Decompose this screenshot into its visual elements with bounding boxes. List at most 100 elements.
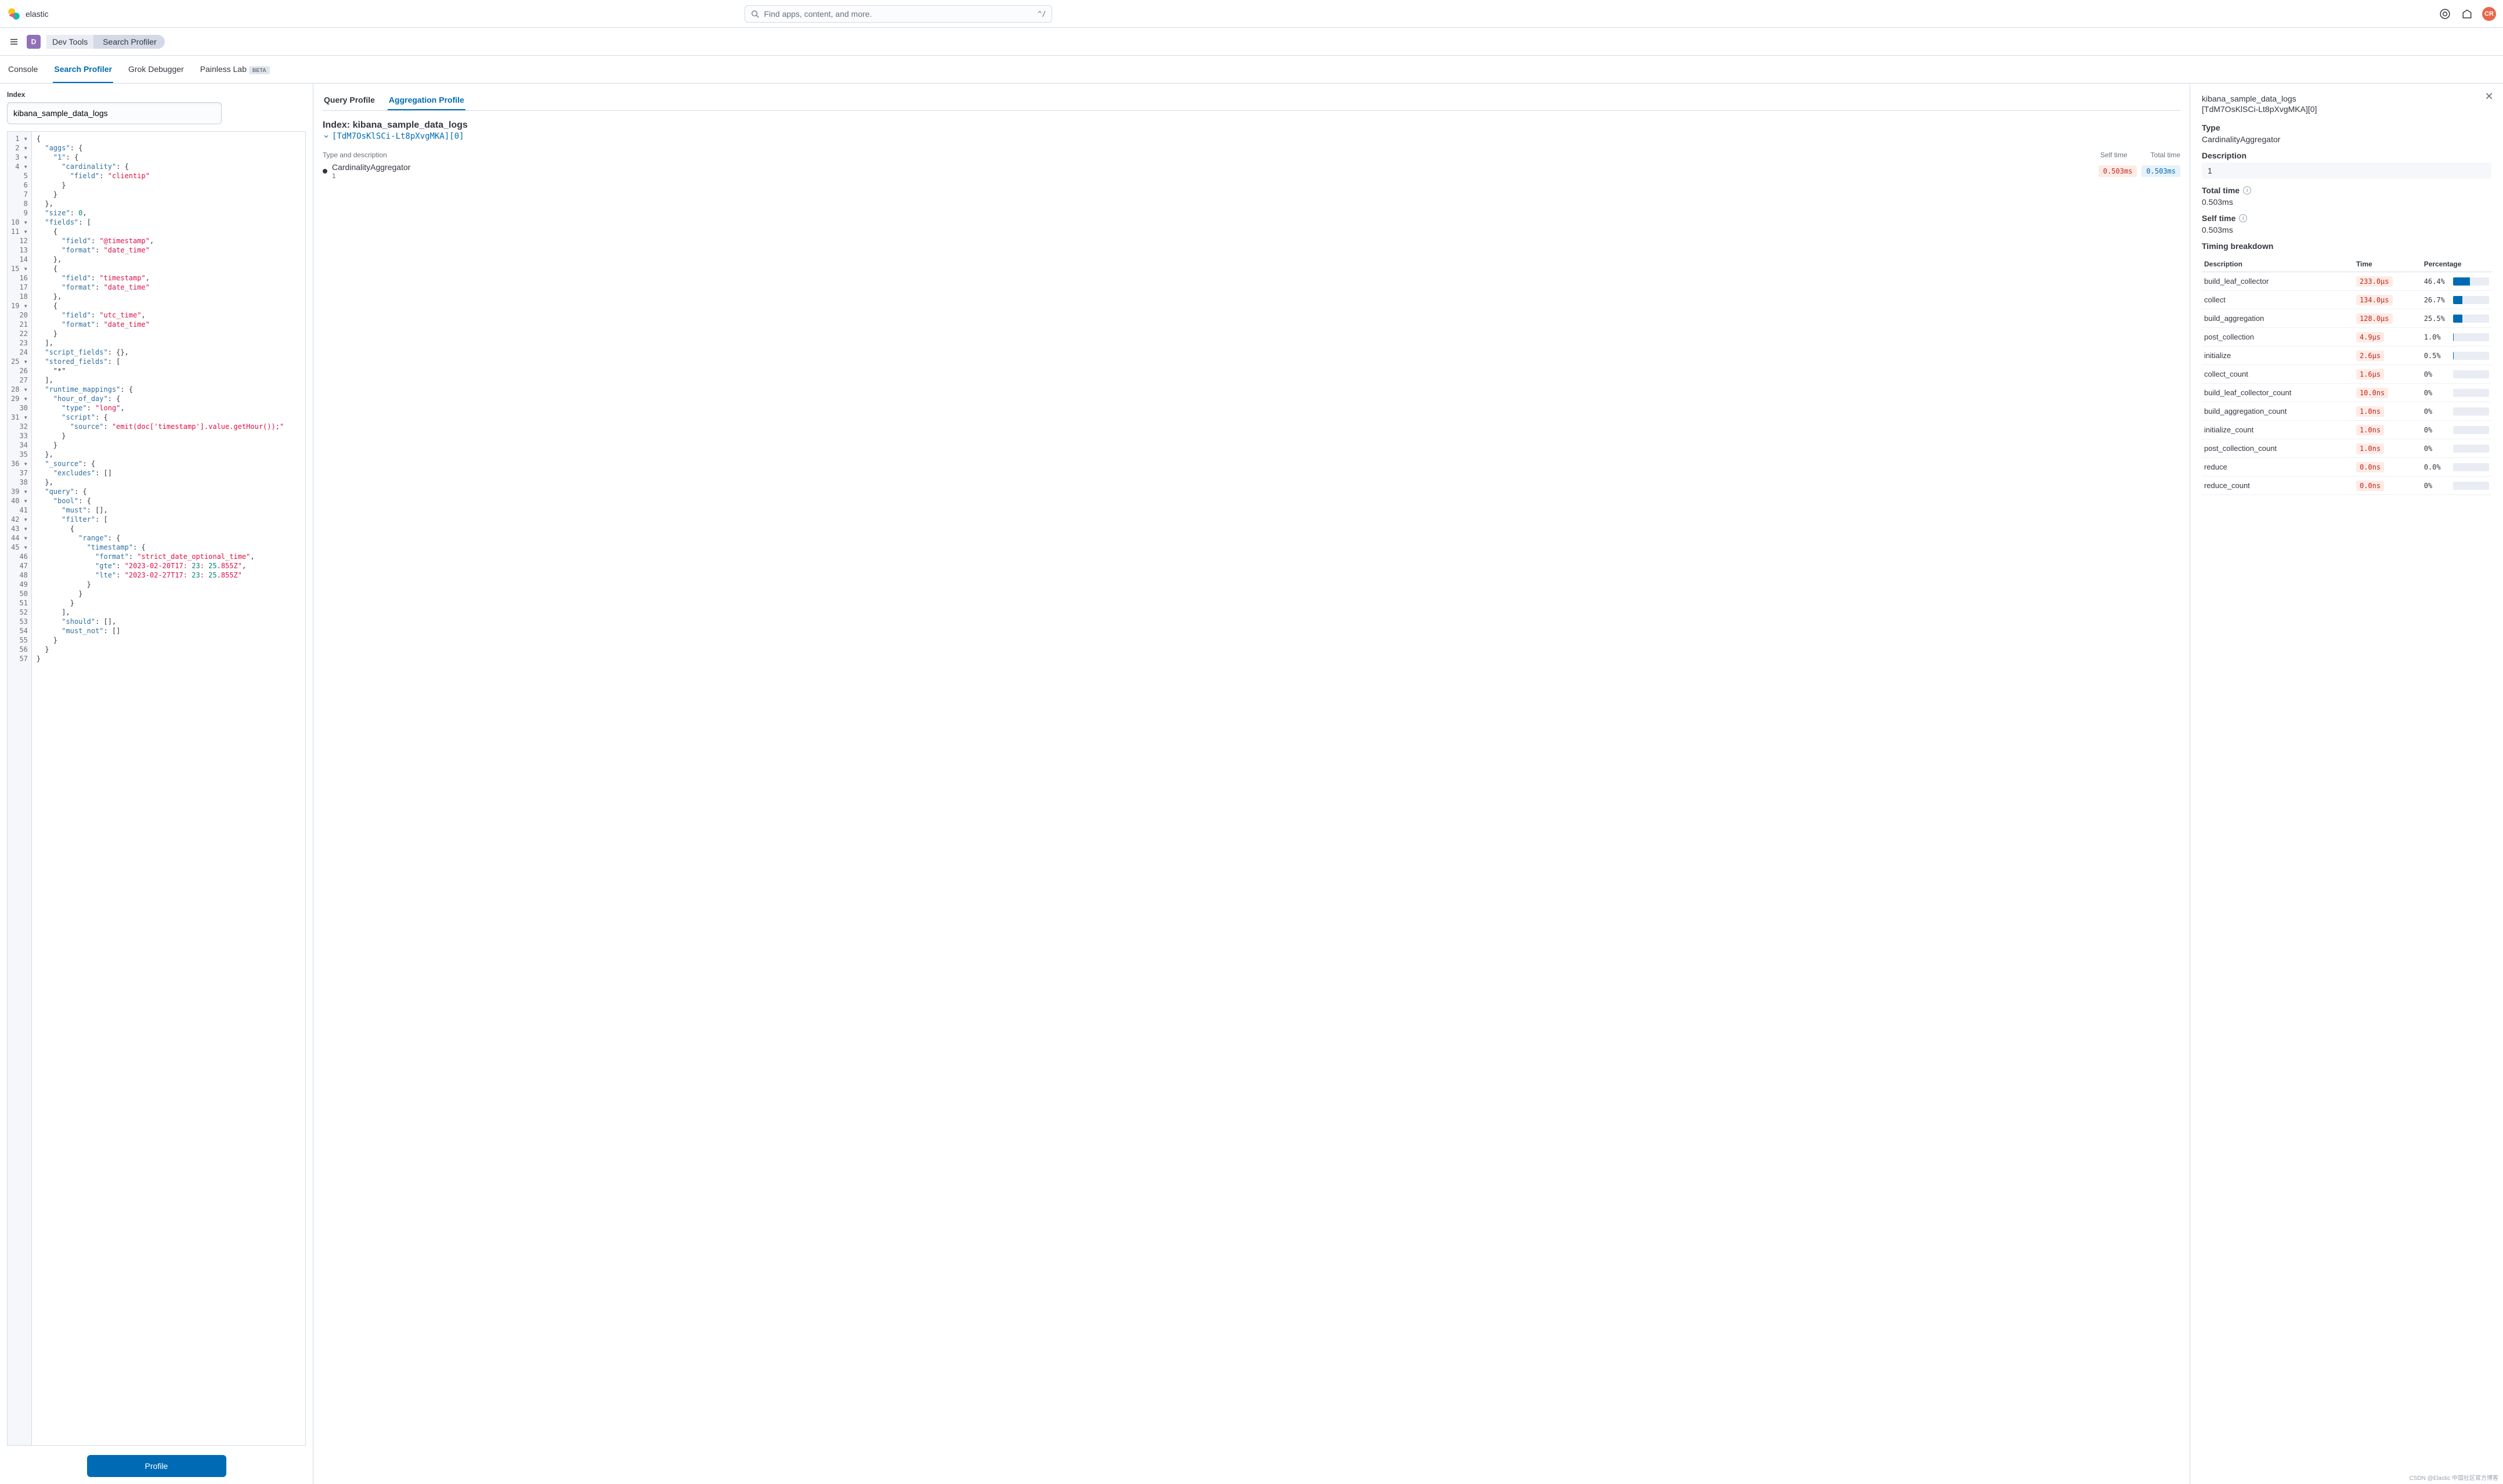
- code-line[interactable]: }: [37, 329, 301, 338]
- code-line[interactable]: {: [37, 264, 301, 273]
- aggregation-row[interactable]: CardinalityAggregator 1 0.503ms 0.503ms: [323, 163, 2180, 180]
- code-line[interactable]: "1": {: [37, 153, 301, 162]
- code-line[interactable]: }: [37, 645, 301, 654]
- code-line[interactable]: "format": "date_time": [37, 320, 301, 329]
- line-number: 50: [11, 589, 28, 598]
- code-line[interactable]: }: [37, 598, 301, 608]
- line-number: 57: [11, 654, 28, 663]
- editor-body[interactable]: { "aggs": { "1": { "cardinality": { "fie…: [32, 132, 305, 1445]
- code-line[interactable]: ],: [37, 608, 301, 617]
- code-line[interactable]: "size": 0,: [37, 208, 301, 218]
- user-avatar[interactable]: CR: [2482, 7, 2496, 21]
- code-line[interactable]: "must_not": []: [37, 626, 301, 636]
- code-line[interactable]: "cardinality": {: [37, 162, 301, 171]
- line-number: 32: [11, 422, 28, 431]
- space-badge[interactable]: D: [27, 35, 41, 49]
- code-line[interactable]: "_source": {: [37, 459, 301, 468]
- tab-search-profiler[interactable]: Search Profiler: [53, 56, 113, 83]
- code-line[interactable]: "fields": [: [37, 218, 301, 227]
- tab-console[interactable]: Console: [7, 56, 39, 83]
- code-line[interactable]: "range": {: [37, 533, 301, 543]
- line-number: 22: [11, 329, 28, 338]
- close-icon[interactable]: ✕: [2483, 91, 2495, 102]
- code-line[interactable]: "query": {: [37, 487, 301, 496]
- code-line[interactable]: "bool": {: [37, 496, 301, 506]
- code-line[interactable]: "stored_fields": [: [37, 357, 301, 366]
- info-icon[interactable]: i: [2239, 214, 2247, 222]
- code-line[interactable]: ],: [37, 338, 301, 348]
- code-line[interactable]: "gte": "2023-02-20T17: 23: 25.855Z",: [37, 561, 301, 571]
- code-line[interactable]: "field": "@timestamp",: [37, 236, 301, 245]
- code-line[interactable]: "hour_of_day": {: [37, 394, 301, 403]
- code-line[interactable]: "filter": [: [37, 515, 301, 524]
- timing-desc: reduce: [2202, 458, 2354, 476]
- code-line[interactable]: },: [37, 292, 301, 301]
- code-line[interactable]: {: [37, 134, 301, 143]
- breadcrumb-item-active[interactable]: Search Profiler: [93, 35, 165, 49]
- line-number: 13: [11, 245, 28, 255]
- line-number: 4 ▾: [11, 162, 28, 171]
- timing-desc: build_aggregation_count: [2202, 402, 2354, 421]
- code-line[interactable]: }: [37, 431, 301, 440]
- code-line[interactable]: "excludes": []: [37, 468, 301, 478]
- code-line[interactable]: }: [37, 580, 301, 589]
- code-line[interactable]: },: [37, 478, 301, 487]
- code-line[interactable]: "source": "emit(doc['timestamp'].value.g…: [37, 422, 301, 431]
- code-line[interactable]: {: [37, 227, 301, 236]
- code-line[interactable]: }: [37, 589, 301, 598]
- code-line[interactable]: },: [37, 255, 301, 264]
- code-line[interactable]: "should": [],: [37, 617, 301, 626]
- index-title: Index: kibana_sample_data_logs: [323, 120, 2180, 131]
- code-line[interactable]: "format": "date_time": [37, 283, 301, 292]
- code-line[interactable]: "script_fields": {},: [37, 348, 301, 357]
- code-line[interactable]: ],: [37, 375, 301, 385]
- tab-query-profile[interactable]: Query Profile: [323, 91, 376, 110]
- code-line[interactable]: "timestamp": {: [37, 543, 301, 552]
- code-line[interactable]: "field": "timestamp",: [37, 273, 301, 283]
- code-line[interactable]: "format": "strict_date_optional_time",: [37, 552, 301, 561]
- help-icon[interactable]: [2438, 7, 2452, 21]
- index-input[interactable]: [7, 102, 222, 124]
- timing-time: 2.6µs: [2354, 346, 2422, 365]
- code-line[interactable]: "script": {: [37, 413, 301, 422]
- tab-grok-debugger[interactable]: Grok Debugger: [127, 56, 185, 83]
- timing-desc: post_collection: [2202, 328, 2354, 346]
- left-pane: Index 1 ▾2 ▾3 ▾4 ▾5 6 7 8 9 10 ▾11 ▾12 1…: [0, 84, 313, 1484]
- timing-time: 0.0ns: [2354, 476, 2422, 495]
- code-line[interactable]: "aggs": {: [37, 143, 301, 153]
- code-line[interactable]: }: [37, 190, 301, 199]
- shard-link[interactable]: [TdM7OsKlSCi-Lt8pXvgMKA][0]: [323, 132, 464, 141]
- code-line[interactable]: "lte": "2023-02-27T17: 23: 25.855Z": [37, 571, 301, 580]
- timing-row: initialize_count 1.0ns 0%: [2202, 421, 2491, 439]
- code-line[interactable]: "type": "long",: [37, 403, 301, 413]
- timing-pct: 0%: [2422, 439, 2491, 458]
- code-line[interactable]: "must": [],: [37, 506, 301, 515]
- tab-painless-lab[interactable]: Painless LabBETA: [199, 56, 271, 83]
- code-line[interactable]: "format": "date_time": [37, 245, 301, 255]
- code-line[interactable]: }: [37, 440, 301, 450]
- info-icon[interactable]: i: [2243, 186, 2251, 194]
- newsfeed-icon[interactable]: [2460, 7, 2474, 21]
- tab-aggregation-profile[interactable]: Aggregation Profile: [388, 91, 465, 110]
- code-line[interactable]: "field": "utc_time",: [37, 310, 301, 320]
- profile-button[interactable]: Profile: [87, 1455, 226, 1477]
- elastic-logo-icon: [7, 7, 21, 21]
- code-line[interactable]: }: [37, 180, 301, 190]
- hamburger-menu-icon[interactable]: [7, 35, 21, 49]
- code-line[interactable]: "field": "clientip": [37, 171, 301, 180]
- code-editor[interactable]: 1 ▾2 ▾3 ▾4 ▾5 6 7 8 9 10 ▾11 ▾12 13 14 1…: [7, 131, 306, 1446]
- global-search-input[interactable]: Find apps, content, and more. ^/: [745, 5, 1052, 23]
- watermark: CSDN @Elastic 中国社区官方博客: [2410, 1473, 2499, 1482]
- logo[interactable]: elastic: [7, 7, 49, 21]
- code-line[interactable]: "*": [37, 366, 301, 375]
- line-number: 36 ▾: [11, 459, 28, 468]
- code-line[interactable]: }: [37, 636, 301, 645]
- code-line[interactable]: },: [37, 450, 301, 459]
- code-line[interactable]: "runtime_mappings": {: [37, 385, 301, 394]
- code-line[interactable]: {: [37, 301, 301, 310]
- search-icon: [751, 10, 759, 18]
- code-line[interactable]: },: [37, 199, 301, 208]
- code-line[interactable]: {: [37, 524, 301, 533]
- code-line[interactable]: }: [37, 654, 301, 663]
- breadcrumb-item[interactable]: Dev Tools: [46, 35, 96, 49]
